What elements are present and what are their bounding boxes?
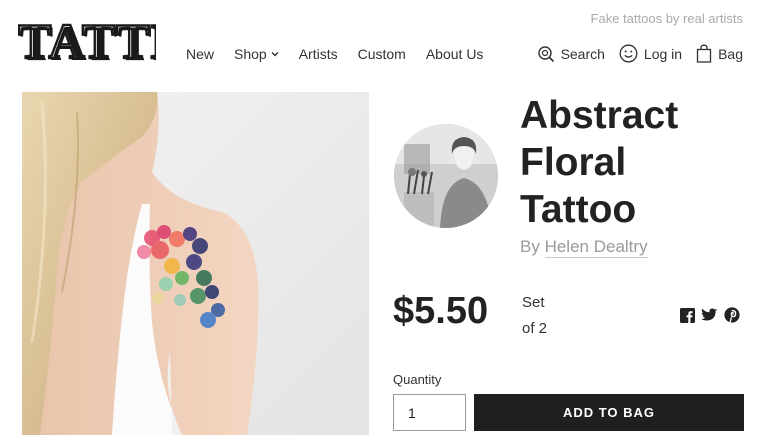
- chevron-down-icon: [271, 52, 279, 57]
- search-link[interactable]: Search: [537, 45, 605, 63]
- artist-byline: By Helen Dealtry: [520, 237, 648, 258]
- main-nav: New Shop Artists Custom About Us: [186, 46, 503, 62]
- social-share: [680, 307, 746, 323]
- title-line-2: Floral: [520, 141, 627, 184]
- product-price: $5.50: [393, 290, 489, 332]
- facebook-icon: [680, 307, 695, 323]
- search-label: Search: [560, 45, 605, 62]
- title-line-1: Abstract: [520, 94, 679, 137]
- quantity-label: Quantity: [393, 372, 442, 387]
- add-to-bag-button[interactable]: ADD TO BAG: [474, 394, 744, 431]
- login-link[interactable]: Log in: [619, 44, 682, 63]
- title-line-3: Tattoo: [520, 188, 637, 231]
- pinterest-share[interactable]: [724, 307, 740, 323]
- nav-artists[interactable]: Artists: [299, 46, 338, 62]
- bag-icon: [696, 44, 712, 63]
- artist-link[interactable]: Helen Dealtry: [544, 237, 648, 258]
- set-info: Set of 2: [522, 290, 547, 342]
- nav-about-us[interactable]: About Us: [426, 46, 484, 62]
- nav-shop-label: Shop: [234, 46, 267, 62]
- tattly-logo[interactable]: TATTLY TATTLY: [18, 10, 156, 68]
- artist-avatar[interactable]: [394, 124, 498, 228]
- nav-shop[interactable]: Shop: [234, 46, 279, 62]
- logo-text-shadow: TATTLY: [20, 15, 156, 68]
- set-line-2: of 2: [522, 320, 548, 337]
- twitter-icon: [701, 308, 718, 320]
- smiley-icon: [619, 44, 638, 63]
- twitter-share[interactable]: [701, 308, 718, 323]
- utility-nav: Search Log in Bag: [523, 44, 743, 63]
- search-icon: [537, 45, 554, 62]
- facebook-share[interactable]: [680, 307, 695, 323]
- bag-label: Bag: [718, 45, 743, 62]
- product-photo: [22, 92, 369, 435]
- product-title: Abstract Floral Tattoo: [520, 92, 760, 233]
- pinterest-icon: [724, 307, 740, 323]
- bag-link[interactable]: Bag: [696, 44, 743, 63]
- login-label: Log in: [643, 45, 683, 62]
- quantity-input[interactable]: [393, 394, 466, 431]
- nav-new[interactable]: New: [186, 46, 214, 62]
- nav-custom[interactable]: Custom: [358, 46, 406, 62]
- tagline: Fake tattoos by real artists: [590, 11, 743, 26]
- set-line-1: Set: [522, 294, 545, 311]
- by-prefix: By: [520, 237, 540, 256]
